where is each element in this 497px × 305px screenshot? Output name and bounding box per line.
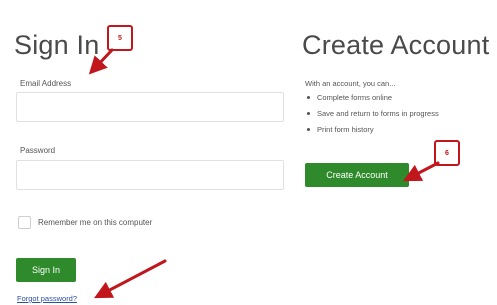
annotation-arrows [88,48,440,299]
arrow-to-forgot-password [94,259,167,299]
arrow-to-email-label [88,48,114,75]
arrow-to-create-account [403,161,440,182]
